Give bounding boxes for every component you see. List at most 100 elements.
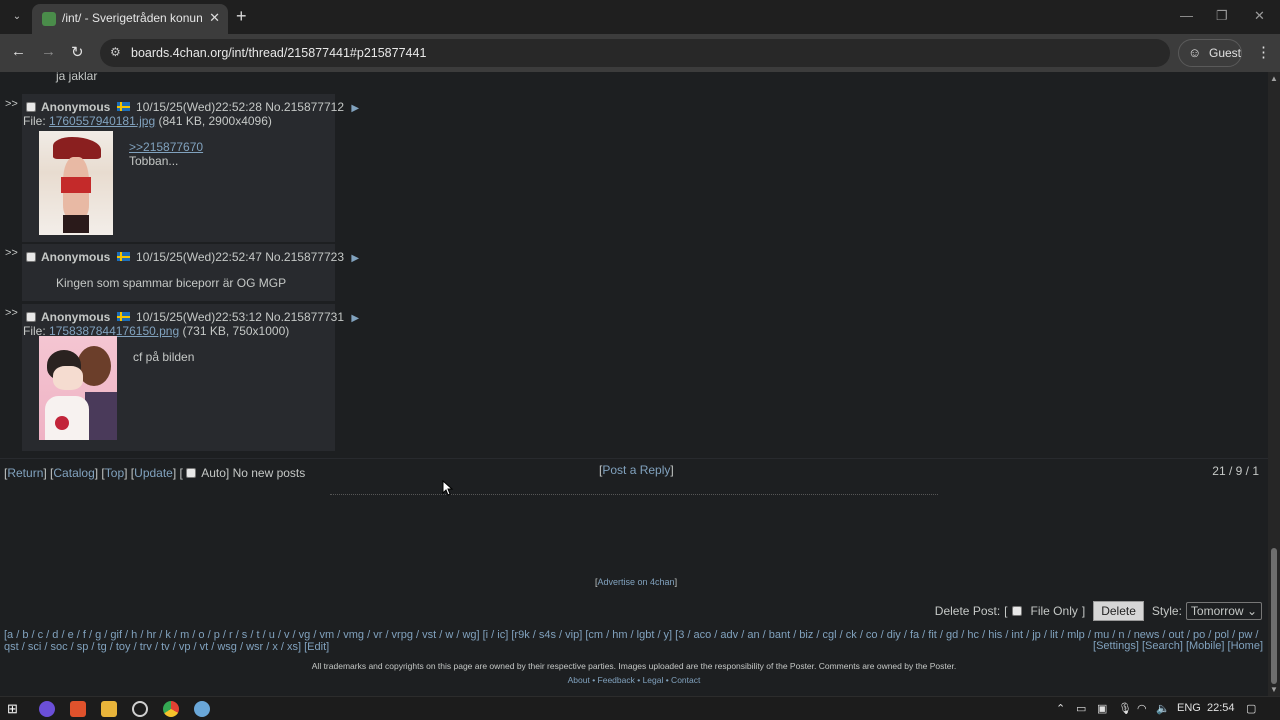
update-status: No new posts — [232, 466, 306, 480]
tab-search-icon[interactable]: ⌄ — [8, 8, 26, 26]
ad-divider — [330, 494, 938, 495]
auto-update-checkbox[interactable] — [186, 468, 197, 478]
file-only-checkbox[interactable] — [1011, 606, 1022, 616]
update-link[interactable]: Update — [134, 466, 173, 480]
chrome-icon[interactable] — [163, 701, 179, 717]
reply-post: Anonymous 10/15/25(Wed)22:52:28 No.21587… — [22, 94, 359, 243]
favicon-icon — [42, 12, 56, 26]
scroll-down-icon[interactable]: ▼ — [1270, 685, 1278, 694]
post-number[interactable]: No.215877723 — [265, 250, 344, 264]
post-reply-link[interactable]: Post a Reply — [602, 463, 670, 477]
post-date: 10/15/25(Wed)22:52:47 — [136, 250, 262, 264]
thread-stats: 21 / 9 / 1 — [1212, 464, 1259, 478]
app-icon[interactable] — [194, 701, 210, 717]
advertise: [Advertise on 4chan] — [595, 577, 678, 587]
scroll-thumb[interactable] — [1271, 548, 1277, 684]
post-message: cf på bilden — [133, 350, 195, 364]
post-number[interactable]: No.215877731 — [265, 310, 344, 324]
post-thumbnail[interactable] — [39, 336, 117, 440]
file-only-label: File Only — [1030, 604, 1078, 618]
notifications-icon[interactable]: ▢ — [1246, 702, 1256, 715]
chevron-down-icon: ⌄ — [1246, 604, 1257, 618]
input-language[interactable]: ENG — [1177, 702, 1201, 714]
scroll-up-icon[interactable]: ▲ — [1270, 74, 1278, 83]
file-meta: (731 KB, 750x1000) — [182, 324, 290, 338]
new-tab-icon[interactable]: + — [236, 6, 247, 27]
catalog-link[interactable]: Catalog — [53, 466, 94, 480]
top-link[interactable]: Top — [105, 466, 124, 480]
reply-post: Anonymous 10/15/25(Wed)22:52:47 No.21587… — [22, 244, 359, 302]
post-message: Kingen som spammar biceporr är OG MGP — [56, 276, 287, 290]
style-value: Tomorrow — [1190, 604, 1244, 618]
file-explorer-icon[interactable] — [101, 701, 117, 717]
sweden-flag-icon — [116, 102, 130, 111]
maximize-icon[interactable]: ❐ — [1216, 8, 1228, 24]
browser-tab[interactable]: /int/ - Sverigetråden konungen ✕ — [32, 4, 228, 34]
site-links-text[interactable]: [Settings] [Search] [Mobile] [Home] — [1093, 640, 1263, 652]
auto-label: Auto — [201, 466, 226, 480]
post-select-checkbox[interactable] — [26, 252, 36, 262]
post-number[interactable]: No.215877712 — [265, 100, 344, 114]
thread-nav: [Return] [Catalog] [Top] [Update] [ Auto… — [4, 466, 306, 480]
app-icon[interactable] — [132, 701, 148, 717]
close-tab-icon[interactable]: ✕ — [209, 10, 220, 26]
board-list-line[interactable]: qst / sci / soc / sp / tg / toy / trv / … — [4, 641, 1262, 653]
board-list-line[interactable]: [a / b / c / d / e / f / g / gif / h / h… — [4, 629, 1262, 641]
post-reply: [Post a Reply] — [599, 463, 674, 477]
close-window-icon[interactable]: ✕ — [1254, 8, 1265, 24]
tab-title: /int/ - Sverigetråden konungen — [62, 11, 202, 25]
post-thumbnail[interactable] — [39, 131, 113, 235]
volume-icon[interactable]: 🔈 — [1156, 702, 1170, 715]
back-icon[interactable]: ← — [11, 43, 26, 60]
style-select[interactable]: Tomorrow ⌄ — [1185, 602, 1262, 620]
brave-browser-icon[interactable] — [70, 701, 86, 717]
post-menu-icon[interactable]: ▶ — [351, 313, 359, 324]
reload-icon[interactable]: ↻ — [71, 43, 84, 61]
app-icon[interactable] — [39, 701, 55, 717]
post-select-checkbox[interactable] — [26, 102, 36, 112]
start-icon[interactable]: ⊞ — [7, 701, 23, 717]
file-info: File: 1760557940181.jpg (841 KB, 2900x40… — [23, 114, 272, 128]
divider — [0, 458, 1268, 459]
delete-button[interactable]: Delete — [1093, 601, 1144, 621]
advertise-link[interactable]: Advertise on 4chan — [598, 577, 675, 587]
menu-icon[interactable]: ⋮ — [1256, 43, 1271, 61]
post-header: Anonymous 10/15/25(Wed)22:52:28 No.21587… — [26, 100, 359, 114]
post-menu-icon[interactable]: ▶ — [351, 253, 359, 264]
post-date: 10/15/25(Wed)22:52:28 — [136, 100, 262, 114]
clock[interactable]: 22:54 — [1207, 702, 1235, 714]
quote-link[interactable]: >>215877670 — [129, 140, 203, 154]
page-scrollbar[interactable]: ▲ ▼ — [1268, 72, 1280, 696]
page-content: ja jaklar >> Anonymous 10/15/25(Wed)22:5… — [0, 72, 1268, 696]
network-icon[interactable]: ◠ — [1137, 702, 1147, 715]
board-list: [a / b / c / d / e / f / g / gif / h / h… — [4, 629, 1262, 653]
device-icon[interactable]: ▣ — [1097, 702, 1107, 715]
post-arrows: >> — [5, 247, 18, 259]
post-menu-icon[interactable]: ▶ — [351, 103, 359, 114]
file-label: File: — [23, 114, 46, 128]
profile-button[interactable]: ☺ Guest — [1178, 39, 1242, 67]
tab-strip: ⌄ /int/ - Sverigetråden konungen ✕ + — ❐… — [0, 0, 1280, 34]
tray-chevron-icon[interactable]: ⌃ — [1056, 702, 1065, 715]
site-info-icon[interactable]: ⚙ — [110, 45, 121, 59]
file-link[interactable]: 1760557940181.jpg — [49, 114, 155, 128]
footer-links-text[interactable]: About • Feedback • Legal • Contact — [568, 675, 701, 685]
post-message: Tobban... — [129, 154, 179, 168]
return-link[interactable]: Return — [7, 466, 43, 480]
poster-name: Anonymous — [41, 310, 111, 324]
battery-icon[interactable]: ▭ — [1076, 702, 1086, 715]
post-date: 10/15/25(Wed)22:53:12 — [136, 310, 262, 324]
poster-name: Anonymous — [41, 100, 111, 114]
address-bar[interactable]: ⚙ boards.4chan.org/int/thread/215877441#… — [100, 39, 1170, 67]
post-arrows: >> — [5, 307, 18, 319]
sweden-flag-icon — [116, 252, 130, 261]
minimize-icon[interactable]: — — [1180, 8, 1193, 23]
delete-label: Delete Post: — [934, 604, 1001, 618]
post-arrows: >> — [5, 98, 18, 110]
style-label: Style: — [1151, 604, 1182, 618]
forward-icon[interactable]: → — [41, 43, 56, 60]
mouse-cursor-icon — [442, 480, 454, 496]
post-select-checkbox[interactable] — [26, 312, 36, 322]
microphone-icon[interactable]: 🎙 — [1118, 702, 1132, 715]
delete-form: Delete Post: [File Only] Delete Style: T… — [935, 601, 1262, 621]
